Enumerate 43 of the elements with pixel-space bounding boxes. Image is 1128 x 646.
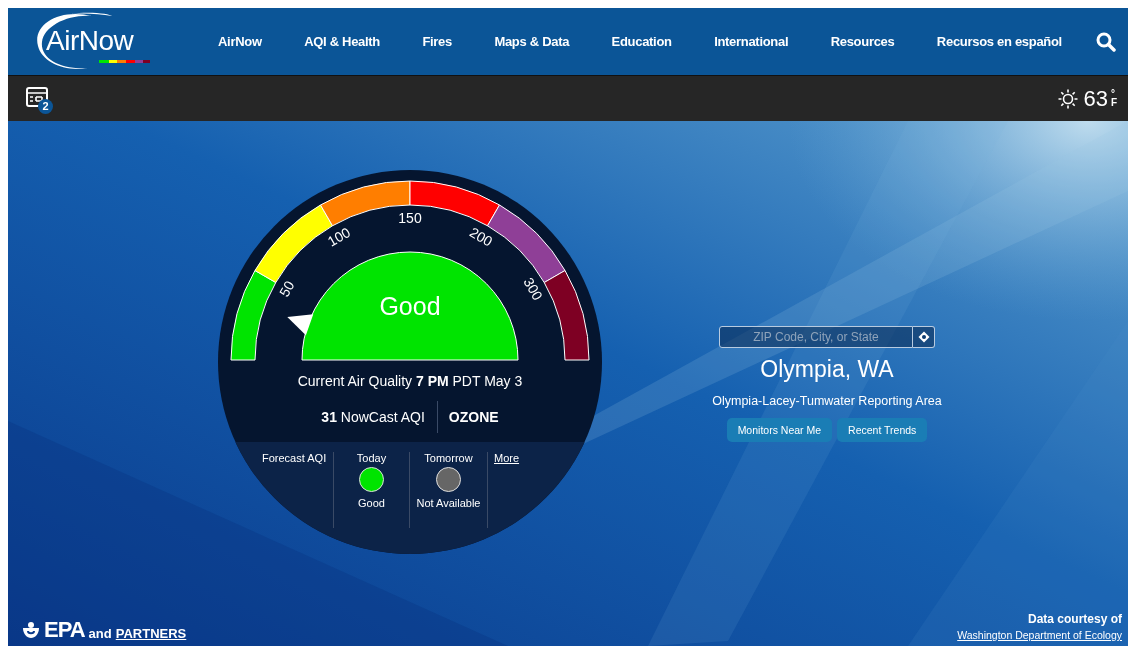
forecast-day: Today	[356, 452, 387, 464]
nav-link[interactable]: AirNow	[218, 34, 262, 49]
nav-link[interactable]: Recursos en español	[936, 34, 1062, 49]
category-label: Good	[379, 292, 441, 320]
notification-badge: 2	[38, 98, 53, 114]
current-air-quality-text: Current Air Quality 7 PM PDT May 3	[297, 373, 523, 389]
location-search-field[interactable]: ZIP Code, City, or State	[719, 326, 913, 348]
color-scale-icon	[99, 60, 150, 63]
logo-text[interactable]: AirNow	[46, 25, 134, 57]
temperature-value: 63	[1083, 85, 1108, 112]
forecast-status: Not Available	[416, 497, 481, 509]
nav-link[interactable]: Fires	[422, 34, 452, 49]
forecast-day: Tomorrow	[424, 452, 473, 464]
scale-label: 100	[324, 224, 353, 250]
nav-link[interactable]: Education	[611, 34, 672, 49]
action-button[interactable]: Monitors Near Me	[726, 418, 833, 442]
footer-text: and	[88, 626, 112, 641]
locate-icon	[917, 331, 930, 343]
nav-link[interactable]: Resources	[830, 34, 895, 49]
locate-button[interactable]	[913, 326, 935, 348]
temperature-unit: °F	[1111, 90, 1118, 107]
more-link[interactable]: More	[488, 452, 520, 464]
data-credit-text: Data courtesy of	[1027, 612, 1122, 626]
nav-link[interactable]: AQI & Health	[304, 34, 380, 49]
nav-link[interactable]: International	[714, 34, 789, 49]
epa-logo-icon	[22, 621, 40, 639]
scale-label: 150	[398, 209, 422, 226]
epa-logo-text: EPA	[44, 619, 85, 641]
scale-label: 300	[520, 274, 546, 303]
pollutant-label: OZONE	[447, 409, 499, 425]
action-button[interactable]: Recent Trends	[837, 418, 928, 442]
data-source-link[interactable]: Washington Department of Ecology	[957, 629, 1122, 641]
scale-label: 50	[275, 278, 298, 300]
reporting-area: Olympia-Lacey-Tumwater Reporting Area	[712, 394, 942, 408]
forecast-status: Good	[358, 497, 385, 509]
nav-link[interactable]: Maps & Data	[494, 34, 570, 49]
scale-label: 200	[467, 224, 496, 250]
aqi-reading: 31 NowCast AQI	[321, 401, 438, 433]
forecast-label: Forecast AQI	[262, 452, 327, 464]
search-icon[interactable]	[1096, 31, 1116, 52]
partners-link[interactable]: PARTNERS	[115, 626, 187, 641]
city-name: Olympia, WA	[760, 356, 894, 383]
sun-icon	[1057, 88, 1078, 109]
